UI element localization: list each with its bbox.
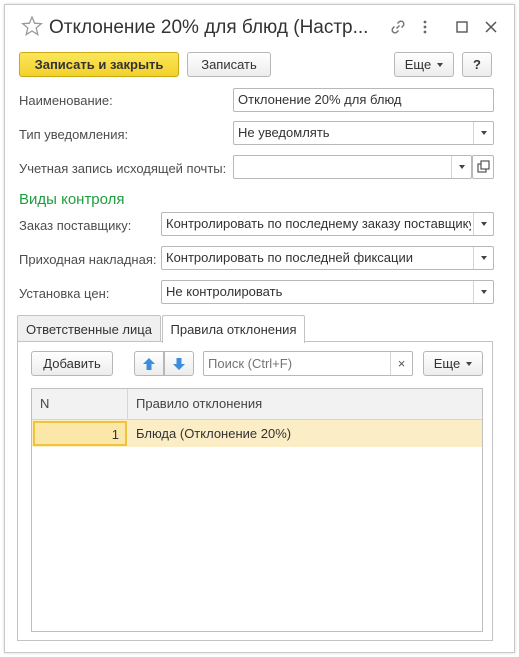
favorite-star-icon[interactable] [21, 15, 43, 37]
title-bar: Отклонение 20% для блюд (Настр... [5, 5, 514, 47]
mail-account-select[interactable] [233, 155, 472, 179]
clear-search-button[interactable]: × [390, 352, 412, 375]
save-and-close-button[interactable]: Записать и закрыть [19, 52, 179, 77]
notify-type-value: Не уведомлять [238, 125, 330, 140]
notify-type-select[interactable]: Не уведомлять [233, 121, 494, 145]
open-form-icon [477, 160, 490, 173]
chevron-down-icon [480, 290, 487, 294]
table-more-label: Еще [433, 356, 461, 371]
name-field[interactable]: Отклонение 20% для блюд [233, 88, 494, 112]
chevron-down-icon [458, 165, 465, 169]
chevron-down-icon [480, 222, 487, 226]
price-setting-dropdown-button[interactable] [473, 281, 493, 303]
add-button[interactable]: Добавить [31, 351, 113, 376]
name-label: Наименование: [19, 93, 113, 108]
notify-type-label: Тип уведомления: [19, 127, 129, 142]
more-button[interactable]: Еще [394, 52, 454, 77]
mail-account-open-button[interactable] [472, 155, 494, 179]
help-button[interactable]: ? [462, 52, 492, 77]
window-title: Отклонение 20% для блюд (Настр... [49, 17, 369, 38]
move-up-button[interactable] [134, 351, 164, 376]
table-header: N Правило отклонения [32, 389, 482, 420]
save-button[interactable]: Записать [187, 52, 271, 77]
receipt-label: Приходная накладная: [19, 252, 157, 267]
chevron-down-icon [466, 361, 473, 366]
price-setting-select[interactable]: Не контролировать [161, 280, 494, 304]
receipt-select[interactable]: Контролировать по последней фиксации [161, 246, 494, 270]
mail-account-label: Учетная запись исходящей почты: [19, 161, 227, 176]
row-number-cell[interactable]: 1 [33, 421, 127, 446]
control-section-title: Виды контроля [19, 191, 125, 208]
receipt-value: Контролировать по последней фиксации [166, 250, 413, 265]
move-down-button[interactable] [164, 351, 194, 376]
supplier-order-select[interactable]: Контролировать по последнему заказу пост… [161, 212, 494, 236]
chevron-down-icon [480, 256, 487, 260]
notify-type-dropdown-button[interactable] [473, 122, 493, 144]
column-header-rule[interactable]: Правило отклонения [128, 389, 262, 419]
rule-cell[interactable]: Блюда (Отклонение 20%) [136, 420, 291, 447]
search-input[interactable] [204, 352, 390, 375]
close-icon[interactable] [483, 19, 499, 35]
deviation-rules-panel: Добавить × Еще N Правило отклонения [17, 341, 493, 641]
price-setting-label: Установка цен: [19, 286, 110, 301]
arrow-up-icon [143, 357, 155, 370]
supplier-order-label: Заказ поставщику: [19, 218, 132, 233]
arrow-down-icon [173, 357, 185, 370]
chevron-down-icon [480, 131, 487, 135]
column-header-n[interactable]: N [32, 389, 128, 419]
price-setting-value: Не контролировать [166, 284, 283, 299]
supplier-order-dropdown-button[interactable] [473, 213, 493, 235]
search-box: × [203, 351, 413, 376]
maximize-icon[interactable] [454, 19, 470, 35]
more-button-label: Еще [404, 57, 432, 72]
table-more-button[interactable]: Еще [423, 351, 483, 376]
more-menu-icon[interactable] [417, 19, 433, 35]
settings-window: Отклонение 20% для блюд (Настр... Записа… [4, 4, 515, 653]
receipt-dropdown-button[interactable] [473, 247, 493, 269]
supplier-order-value: Контролировать по последнему заказу пост… [166, 216, 471, 231]
chevron-down-icon [437, 62, 444, 67]
link-icon[interactable] [390, 19, 406, 35]
table-row[interactable]: 1 Блюда (Отклонение 20%) [32, 420, 482, 447]
tab-deviation-rules[interactable]: Правила отклонения [162, 315, 305, 343]
tab-responsible-persons[interactable]: Ответственные лица [17, 315, 161, 342]
mail-account-dropdown-button[interactable] [451, 156, 471, 178]
rules-table: N Правило отклонения 1 Блюда (Отклонение… [31, 388, 483, 632]
name-field-value: Отклонение 20% для блюд [238, 92, 402, 107]
